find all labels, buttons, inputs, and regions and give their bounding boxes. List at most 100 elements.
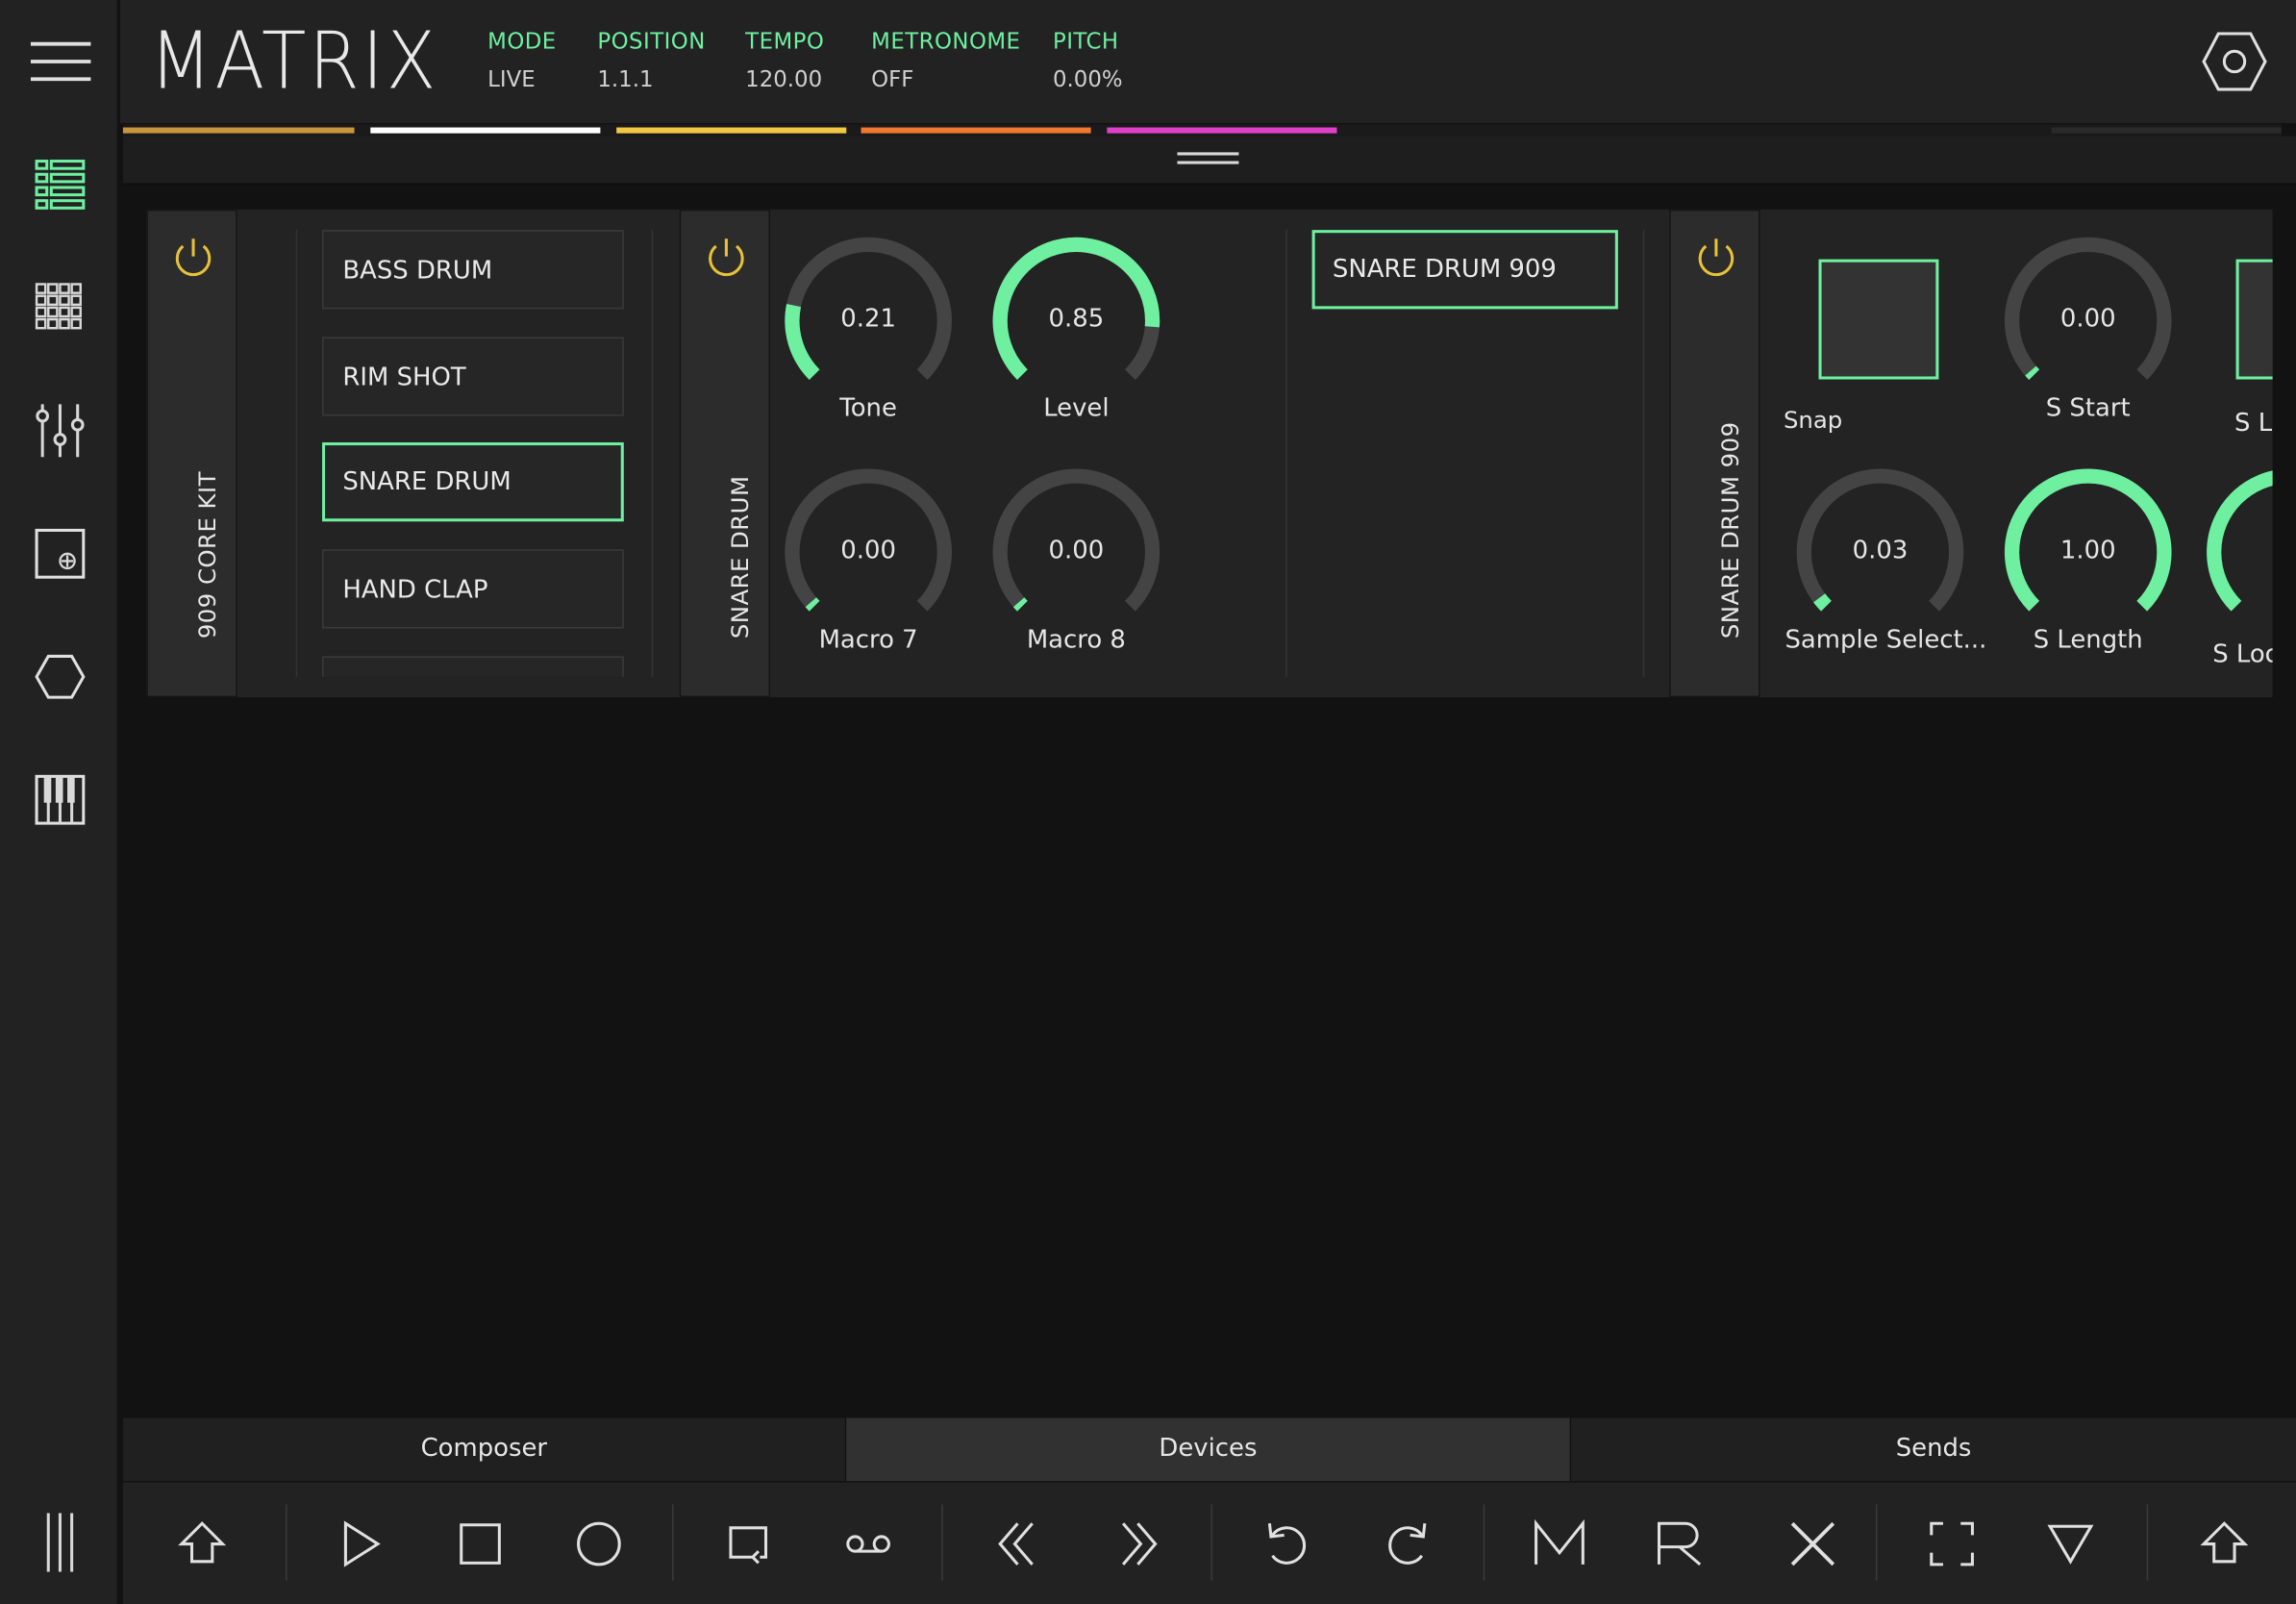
snap-toggle[interactable]: Snap xyxy=(1784,236,1974,434)
settings-hex-icon xyxy=(2202,32,2267,91)
sidebar-item-add-device[interactable] xyxy=(25,518,95,589)
sidebar-item-devices[interactable] xyxy=(25,641,95,712)
stat-mode[interactable]: MODE LIVE xyxy=(487,28,557,92)
divider xyxy=(651,230,654,677)
hamburger-icon xyxy=(30,41,91,82)
fast-forward-button[interactable] xyxy=(1103,1509,1173,1579)
close-button[interactable] xyxy=(1778,1509,1848,1579)
snap-toggle-box[interactable] xyxy=(1818,259,1939,380)
add-device-icon xyxy=(35,528,86,579)
mute-button[interactable] xyxy=(1524,1509,1594,1579)
drum-slot-selected[interactable]: SNARE DRUM xyxy=(322,442,624,522)
record-button[interactable] xyxy=(563,1509,634,1579)
clip-bar-empty[interactable] xyxy=(2051,127,2282,134)
knob-label: Sample Select... xyxy=(1784,625,1987,655)
knob-label: S Length xyxy=(2033,625,2143,655)
knob-value: 0.21 xyxy=(840,304,896,335)
tab-devices[interactable]: Devices xyxy=(846,1417,1572,1482)
undo-icon xyxy=(1267,1523,1307,1565)
stat-tempo[interactable]: TEMPO 120.00 xyxy=(745,28,824,92)
shift-right-button[interactable] xyxy=(2189,1509,2259,1579)
play-button[interactable] xyxy=(325,1509,395,1579)
sidebar-item-clips[interactable] xyxy=(25,272,95,342)
clip-bar[interactable] xyxy=(122,127,355,134)
close-icon xyxy=(1790,1521,1835,1566)
loop-button[interactable] xyxy=(713,1509,784,1579)
menu-button[interactable] xyxy=(0,0,120,123)
shift-button[interactable] xyxy=(167,1509,237,1579)
knob-s-length[interactable]: 1.00 S Length xyxy=(1993,467,2184,655)
clipped-parameter-bottom[interactable]: S Loo xyxy=(2201,467,2273,687)
clip-grid-icon xyxy=(35,283,82,330)
power-icon[interactable] xyxy=(1691,232,1741,282)
knob-label: Tone xyxy=(839,393,897,424)
panel-drag-handle[interactable] xyxy=(122,136,2296,185)
drum-slot[interactable]: RIM SHOT xyxy=(322,337,624,416)
clip-bar[interactable] xyxy=(370,127,601,134)
sidebar-item-mixer[interactable] xyxy=(25,395,95,465)
undo-button[interactable] xyxy=(1252,1509,1322,1579)
power-icon[interactable] xyxy=(168,232,218,282)
knob-value: 0.00 xyxy=(2059,304,2116,335)
device-title-sampler[interactable]: SNARE DRUM 909 xyxy=(1669,209,1760,698)
sidebar-collapse-button[interactable] xyxy=(25,1507,95,1577)
rec-arm-icon xyxy=(1657,1521,1702,1566)
settings-button[interactable] xyxy=(2196,26,2272,96)
shift-icon xyxy=(178,1521,227,1564)
divider xyxy=(1210,1504,1213,1581)
drum-slot[interactable]: HAND CLAP xyxy=(322,549,624,629)
knob-s-start[interactable]: 0.00 S Start xyxy=(1993,236,2184,423)
knob-label: Macro 7 xyxy=(818,625,918,655)
sidebar-item-tracks[interactable] xyxy=(25,149,95,219)
stat-label: PITCH xyxy=(1053,27,1119,55)
stat-metronome[interactable]: METRONOME OFF xyxy=(871,28,1020,92)
overdub-icon xyxy=(846,1535,890,1553)
stat-value: OFF xyxy=(871,65,914,92)
stat-pitch[interactable]: PITCH 0.00% xyxy=(1053,28,1123,92)
track-list-icon xyxy=(35,160,86,210)
clip-bar[interactable] xyxy=(1107,127,1337,134)
tab-composer[interactable]: Composer xyxy=(123,1417,847,1482)
tab-sends[interactable]: Sends xyxy=(1571,1418,2296,1482)
stat-value: 120.00 xyxy=(745,65,823,92)
knob-macro-8[interactable]: 0.00 Macro 8 xyxy=(981,467,1171,655)
chain-slot-selected[interactable]: SNARE DRUM 909 xyxy=(1311,230,1618,310)
divider xyxy=(2146,1504,2149,1581)
rewind-button[interactable] xyxy=(983,1509,1053,1579)
sidebar xyxy=(0,122,120,1604)
rec-arm-button[interactable] xyxy=(1644,1509,1714,1579)
loop-icon xyxy=(729,1526,768,1565)
fullscreen-button[interactable] xyxy=(1917,1509,1987,1579)
stop-button[interactable] xyxy=(445,1509,515,1579)
knob-value: 0.85 xyxy=(1048,304,1105,335)
app-root: MATRIX MODE LIVE POSITION 1.1.1 TEMPO 12… xyxy=(0,0,2296,1604)
stop-icon xyxy=(460,1523,501,1565)
hexagon-icon xyxy=(35,654,86,699)
stat-label: MODE xyxy=(487,27,557,55)
dropdown-button[interactable] xyxy=(2035,1509,2106,1579)
redo-button[interactable] xyxy=(1372,1509,1442,1579)
clipped-label: S Loo xyxy=(2212,639,2272,670)
shift-right-icon xyxy=(2200,1521,2249,1564)
mixer-icon xyxy=(36,404,85,458)
power-icon[interactable] xyxy=(701,232,751,282)
drum-slot-partial[interactable] xyxy=(322,656,624,677)
overdub-button[interactable] xyxy=(834,1509,904,1579)
clip-bar[interactable] xyxy=(861,127,1091,134)
stat-label: TEMPO xyxy=(745,27,825,55)
sidebar-item-keyboard[interactable] xyxy=(25,764,95,835)
knob-macro-7[interactable]: 0.00 Macro 7 xyxy=(773,467,963,655)
knob-level[interactable]: 0.85 Level xyxy=(981,236,1171,423)
device-title-chain[interactable]: SNARE DRUM xyxy=(679,209,771,698)
knob-tone[interactable]: 0.21 Tone xyxy=(773,236,963,423)
knob-label: Level xyxy=(1043,393,1110,424)
stat-position[interactable]: POSITION 1.1.1 xyxy=(597,28,705,92)
clip-bar[interactable] xyxy=(616,127,847,134)
knob-sample-select[interactable]: 0.03 Sample Select... xyxy=(1784,467,1987,655)
drum-slot[interactable]: BASS DRUM xyxy=(322,230,624,310)
clipped-toggle-box[interactable] xyxy=(2235,259,2273,380)
device-title-kit[interactable]: 909 CORE KIT xyxy=(146,209,237,698)
knob-dial xyxy=(2207,470,2273,612)
knob-value: 0.00 xyxy=(840,536,896,565)
clipped-parameter-top[interactable]: S Lo xyxy=(2201,236,2273,455)
